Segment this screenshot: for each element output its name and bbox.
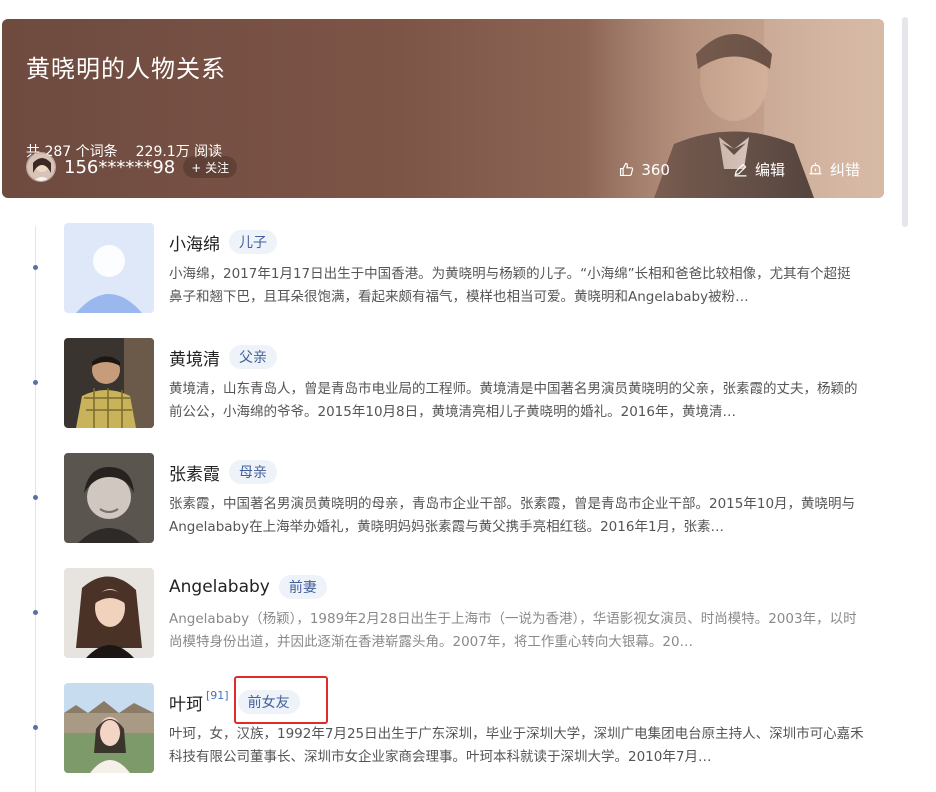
timeline-dot: [33, 265, 38, 270]
relation-desc: 黄境清，山东青岛人，曾是青岛市电业局的工程师。黄境清是中国著名男演员黄晓明的父亲…: [169, 381, 858, 420]
follow-label: + 关注: [191, 160, 230, 175]
relation-desc: 张素霞，中国著名男演员黄晓明的母亲，青岛市企业干部。张素霞，曾是青岛市企业干部。…: [169, 496, 856, 535]
relation-name[interactable]: Angelababy: [169, 577, 270, 597]
relation-photo[interactable]: [64, 338, 154, 428]
relation-name[interactable]: 叶珂: [169, 690, 203, 715]
relation-item[interactable]: 叶珂 [91] 前女友 叶珂，女，汉族，1992年7月25日出生于广东深圳，毕业…: [64, 683, 864, 773]
header-actions: 360 编辑 纠错: [618, 159, 860, 180]
like-count: 360: [641, 160, 670, 179]
relation-name-row: 黄境清 父亲: [169, 342, 277, 372]
relation-desc: 小海绵，2017年1月17日出生于中国香港。为黄晓明与杨颖的儿子。“小海绵”长相…: [169, 266, 851, 305]
avatar[interactable]: [26, 152, 56, 182]
timeline-line: [35, 226, 36, 792]
author-row: 156******98 + 关注: [26, 152, 238, 182]
relation-item[interactable]: Angelababy 前妻 Angelababy（杨颖），1989年2月28日出…: [64, 568, 864, 658]
relation-name-row: 小海绵 儿子: [169, 227, 277, 257]
alert-bell-icon: [809, 162, 822, 175]
header-card: 黄晓明的人物关系 共 287 个词条 229.1万 阅读 156******98…: [2, 19, 884, 198]
like-button[interactable]: 360: [618, 161, 670, 179]
relation-photo[interactable]: [64, 453, 154, 543]
relation-item[interactable]: 黄境清 父亲 黄境清，山东青岛人，曾是青岛市电业局的工程师。黄境清是中国著名男演…: [64, 338, 864, 428]
edit-label: 编辑: [754, 161, 785, 179]
relation-tag: 父亲: [229, 345, 277, 369]
relation-name-row: Angelababy 前妻: [169, 572, 327, 602]
report-button[interactable]: 纠错: [807, 159, 860, 180]
relation-name[interactable]: 张素霞: [169, 460, 220, 485]
username[interactable]: 156******98: [64, 157, 175, 178]
relation-desc: 叶珂，女，汉族，1992年7月25日出生于广东深圳，毕业于深圳大学，深圳广电集团…: [169, 726, 864, 765]
report-label: 纠错: [829, 161, 860, 179]
relation-name[interactable]: 黄境清: [169, 345, 220, 370]
citation-ref[interactable]: [91]: [206, 689, 229, 702]
relation-name[interactable]: 小海绵: [169, 230, 220, 255]
follow-button[interactable]: + 关注: [183, 156, 238, 178]
relation-item[interactable]: 小海绵 儿子 小海绵，2017年1月17日出生于中国香港。为黄晓明与杨颖的儿子。…: [64, 223, 864, 313]
timeline-dot: [33, 610, 38, 615]
scrollbar[interactable]: [902, 17, 908, 227]
relation-tag: 前妻: [278, 575, 327, 599]
timeline-dot: [33, 725, 38, 730]
default-avatar-icon: [64, 223, 154, 313]
relation-tag: 儿子: [229, 230, 277, 254]
relation-photo[interactable]: [64, 683, 154, 773]
relation-desc: Angelababy（杨颖），1989年2月28日出生于上海市（一说为香港），华…: [169, 611, 857, 650]
highlight-annotation-box: [234, 676, 328, 724]
edit-button[interactable]: 编辑: [732, 159, 785, 180]
timeline-dot: [33, 380, 38, 385]
thumbs-up-icon: [620, 162, 634, 177]
relation-photo[interactable]: [64, 568, 154, 658]
page-title: 黄晓明的人物关系: [26, 55, 226, 83]
relation-photo[interactable]: [64, 223, 154, 313]
timeline-dot: [33, 495, 38, 500]
relation-item[interactable]: 张素霞 母亲 张素霞，中国著名男演员黄晓明的母亲，青岛市企业干部。张素霞，曾是青…: [64, 453, 864, 543]
relation-name-row: 张素霞 母亲: [169, 457, 277, 487]
relation-tag: 母亲: [229, 460, 277, 484]
pencil-icon: [734, 163, 747, 177]
